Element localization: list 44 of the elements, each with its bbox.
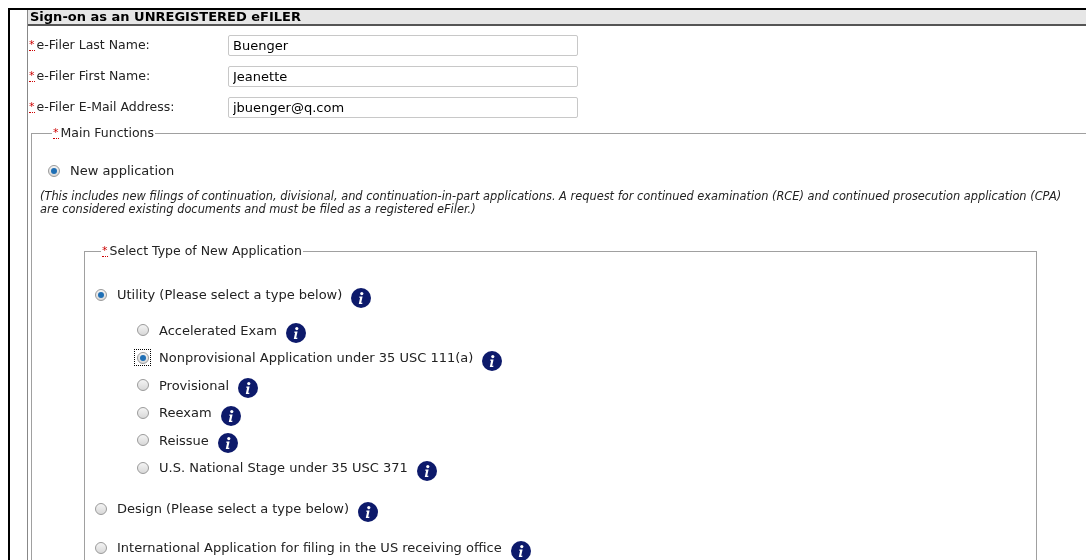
option-label: International Application for filing in the US receiving office — [117, 538, 502, 557]
radio-button[interactable] — [46, 163, 61, 179]
radio-button[interactable] — [135, 350, 150, 366]
option-label: U.S. National Stage under 35 USC 371 — [159, 459, 408, 477]
required-mark: * — [29, 40, 35, 51]
option-label: Reissue — [159, 431, 209, 450]
info-icon[interactable] — [217, 433, 238, 454]
group-legend: Select Type of New Application — [109, 241, 302, 261]
field-label: e-Filer First Name: — [36, 67, 151, 86]
option-label: Nonprovisional Application under 35 USC 111(a) — [159, 349, 474, 367]
note-text: (This includes new filings of continuation, divisional, and continuation-in-part applications. A request for continued examination (RCE) and continued prosecution application (CPA) are considered existing documents and must be filed as a registered eFiler.) — [40, 189, 1062, 216]
radio-button[interactable] — [135, 432, 150, 448]
option-label: Accelerated Exam — [159, 321, 277, 340]
text-field[interactable]: Jeanette — [228, 66, 578, 87]
radio-button[interactable] — [135, 322, 150, 338]
required-mark: * — [29, 71, 35, 82]
info-icon[interactable] — [285, 323, 306, 344]
option-label: Reexam — [159, 404, 212, 422]
option-label: Utility (Please select a type below) — [117, 285, 343, 304]
info-icon[interactable] — [238, 378, 259, 399]
radio-button[interactable] — [93, 287, 108, 302]
option-label: New application — [70, 162, 175, 180]
radio-button[interactable] — [135, 405, 150, 421]
radio-button[interactable] — [135, 377, 150, 393]
text-field[interactable]: jbuenger@q.com — [228, 97, 578, 118]
required-mark: * — [102, 245, 108, 257]
radio-button[interactable] — [93, 540, 108, 555]
section-title: Sign-on as an UNREGISTERED eFILER — [30, 10, 301, 24]
required-mark: * — [53, 127, 59, 139]
info-icon[interactable] — [510, 540, 531, 560]
info-icon[interactable] — [482, 350, 503, 371]
radio-button[interactable] — [93, 501, 108, 516]
info-icon[interactable] — [220, 405, 241, 426]
group-legend: Main Functions — [60, 124, 154, 143]
radio-button[interactable] — [135, 460, 150, 476]
text-field[interactable]: Buenger — [228, 35, 578, 56]
option-label: Provisional — [159, 376, 230, 395]
option-label: Design (Please select a type below) — [117, 499, 349, 518]
field-label: e-Filer E-Mail Address: — [36, 98, 175, 117]
info-icon[interactable] — [351, 287, 372, 308]
info-icon[interactable] — [357, 501, 378, 522]
field-label: e-Filer Last Name: — [36, 36, 150, 55]
info-icon[interactable] — [416, 460, 437, 481]
required-mark: * — [29, 102, 35, 113]
